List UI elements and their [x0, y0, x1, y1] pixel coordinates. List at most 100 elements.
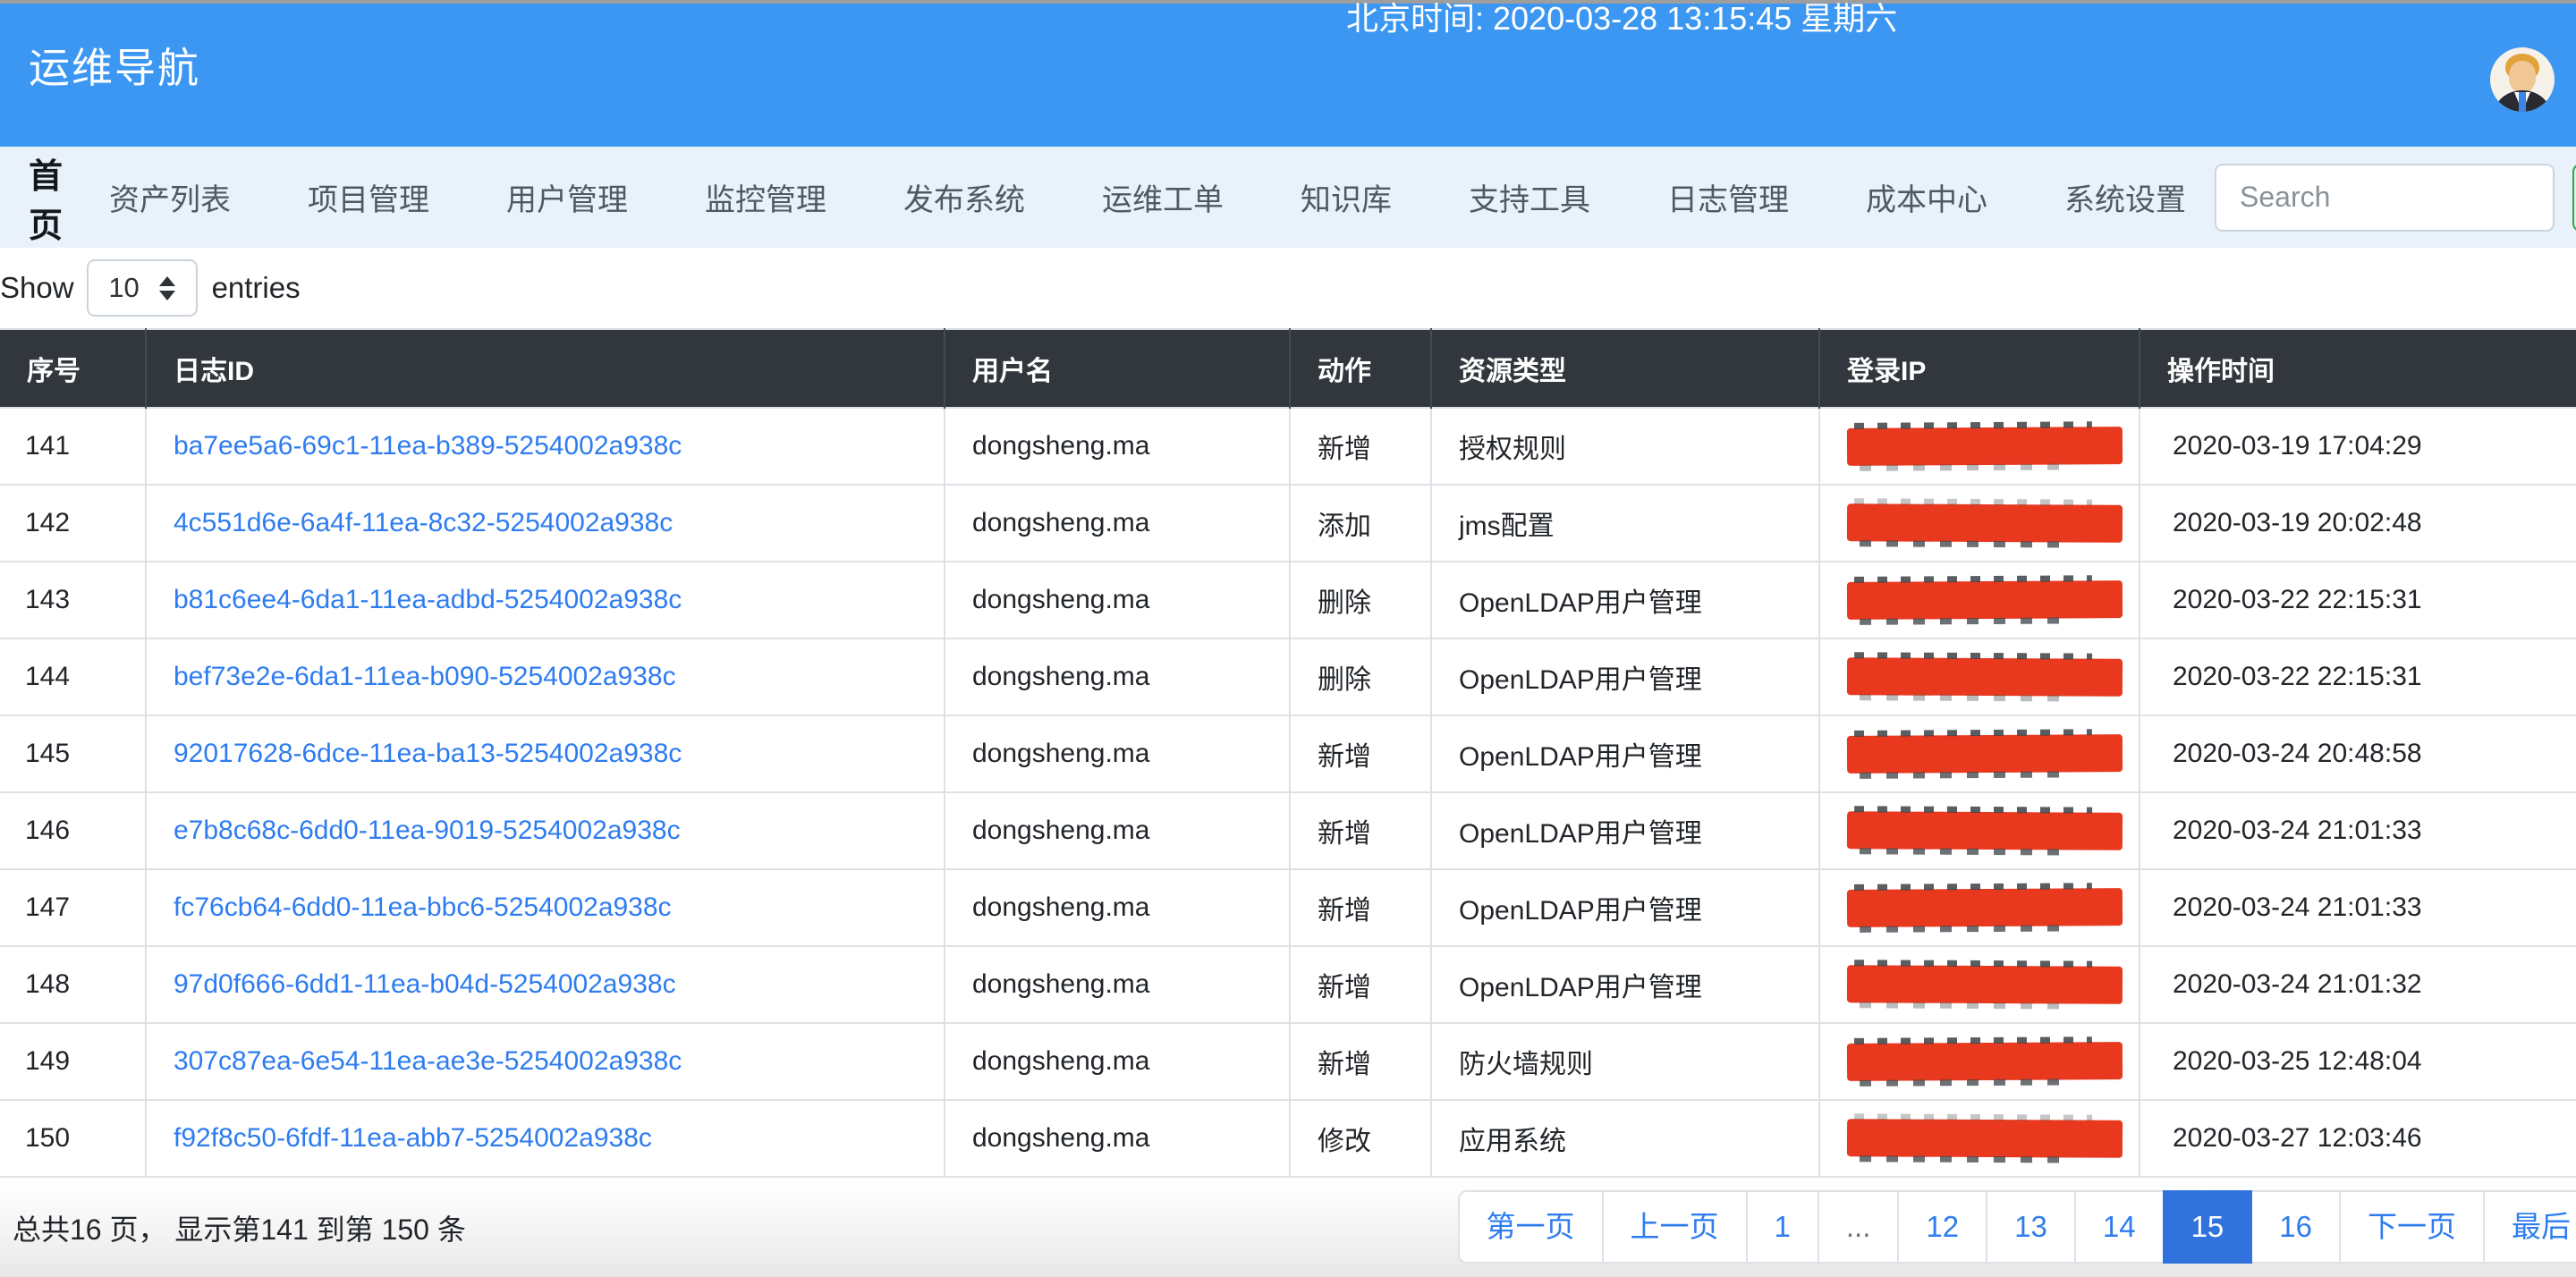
resource-type-cell: OpenLDAP用户管理	[1431, 946, 1819, 1023]
ip-redaction-bar	[1847, 1042, 2123, 1081]
pagination-button-15[interactable]: 15	[2163, 1190, 2253, 1264]
column-header-0: 序号	[0, 329, 146, 408]
pagination: 第一页上一页1...1213141516下一页最后	[1458, 1190, 2576, 1264]
nav-item-7[interactable]: 支持工具	[1469, 175, 1619, 219]
table-row: 149 307c87ea-6e54-11ea-ae3e-5254002a938c d…	[0, 1023, 2576, 1100]
row-no-cell: 148	[0, 946, 146, 1023]
nav-item-label: 资产列表	[109, 175, 231, 219]
action-cell: 删除	[1290, 638, 1431, 715]
username-cell: dongsheng.ma	[945, 869, 1290, 946]
log-id-link[interactable]: b81c6ee4-6da1-11ea-adbd-5254002a938c	[174, 585, 682, 614]
search-input[interactable]	[2215, 164, 2555, 232]
login-ip-cell	[1819, 485, 2140, 562]
log-id-link[interactable]: f92f8c50-6fdf-11ea-abb7-5254002a938c	[174, 1123, 652, 1153]
table-row: 143b81c6ee4-6da1-11ea-adbd-5254002a938cd…	[0, 562, 2576, 638]
log-id-cell: f92f8c50-6fdf-11ea-abb7-5254002a938c	[146, 1100, 945, 1177]
nav-item-label: 系统设置	[2064, 175, 2186, 219]
table-row: 146e7b8c68c-6dd0-11ea-9019-5254002a938cd…	[0, 792, 2576, 869]
operation-time-cell: 2020-03-24 21:01:33	[2140, 869, 2576, 946]
table-row: 144bef73e2e-6da1-11ea-b090-5254002a938cd…	[0, 638, 2576, 715]
log-id-link[interactable]: ba7ee5a6-69c1-11ea-b389-5254002a938c	[174, 431, 682, 461]
pagination-button-第一页[interactable]: 第一页	[1458, 1190, 1604, 1264]
log-id-cell: bef73e2e-6da1-11ea-b090-5254002a938c	[146, 638, 945, 715]
search-button[interactable]: Search	[2572, 164, 2576, 232]
nav-item-10[interactable]: 系统设置	[2064, 175, 2215, 219]
log-id-cell: b81c6ee4-6da1-11ea-adbd-5254002a938c	[146, 562, 945, 638]
row-no-cell: 144	[0, 638, 146, 715]
pagination-button-13[interactable]: 13	[1986, 1190, 2076, 1264]
log-id-link[interactable]: 92017628-6dce-11ea-ba13-5254002a938c	[174, 739, 682, 768]
entries-length-select[interactable]: 10	[87, 259, 198, 317]
pagination-button-最后[interactable]: 最后	[2483, 1190, 2576, 1264]
log-id-cell: 92017628-6dce-11ea-ba13-5254002a938c	[146, 715, 945, 792]
log-id-link[interactable]: e7b8c68c-6dd0-11ea-9019-5254002a938c	[174, 816, 681, 845]
action-cell: 修改	[1290, 1100, 1431, 1177]
column-header-5: 登录IP	[1819, 329, 2140, 408]
nav-item-0[interactable]: 资产列表	[109, 175, 259, 219]
nav-item-4[interactable]: 发布系统	[903, 175, 1054, 219]
log-id-link[interactable]: 307c87ea-6e54-11ea-ae3e-5254002a938c	[174, 1046, 682, 1076]
resource-type-cell: OpenLDAP用户管理	[1431, 715, 1819, 792]
pagination-ellipsis: ...	[1818, 1190, 1900, 1264]
log-table-header: 序号日志ID用户名动作资源类型登录IP操作时间	[0, 329, 2576, 408]
table-row: 14592017628-6dce-11ea-ba13-5254002a938cd…	[0, 715, 2576, 792]
resource-type-cell: OpenLDAP用户管理	[1431, 562, 1819, 638]
log-id-cell: 97d0f666-6dd1-11ea-b04d-5254002a938c	[146, 946, 945, 1023]
row-no-cell: 141	[0, 408, 146, 485]
login-ip-cell	[1819, 946, 2140, 1023]
ip-redaction-bar	[1847, 734, 2123, 774]
username-cell: dongsheng.ma	[945, 1100, 1290, 1177]
select-updown-icon	[159, 276, 175, 300]
pagination-button-上一页[interactable]: 上一页	[1602, 1190, 1748, 1264]
log-id-cell: 4c551d6e-6a4f-11ea-8c32-5254002a938c	[146, 485, 945, 562]
table-row: 142 4c551d6e-6a4f-11ea-8c32-5254002a938c d…	[0, 485, 2576, 562]
nav-item-home[interactable]: 首页	[29, 148, 63, 247]
ip-redaction-bar	[1847, 1119, 2123, 1158]
log-id-link[interactable]: fc76cb64-6dd0-11ea-bbc6-5254002a938c	[174, 892, 672, 922]
login-ip-cell	[1819, 1023, 2140, 1100]
pagination-button-12[interactable]: 12	[1897, 1190, 1987, 1264]
nav-item-2[interactable]: 用户管理	[506, 175, 657, 219]
login-ip-cell	[1819, 562, 2140, 638]
resource-type-cell: OpenLDAP用户管理	[1431, 638, 1819, 715]
log-id-link[interactable]: 4c551d6e-6a4f-11ea-8c32-5254002a938c	[174, 508, 673, 537]
nav-item-1[interactable]: 项目管理	[308, 175, 458, 219]
username-cell: dongsheng.ma	[945, 792, 1290, 869]
username-cell: dongsheng.ma	[945, 715, 1290, 792]
pagination-button-16[interactable]: 16	[2250, 1190, 2341, 1264]
log-id-link[interactable]: bef73e2e-6da1-11ea-b090-5254002a938c	[174, 662, 676, 691]
operation-time-cell: 2020-03-24 21:01:33	[2140, 792, 2576, 869]
log-id-link[interactable]: 97d0f666-6dd1-11ea-b04d-5254002a938c	[174, 969, 676, 999]
pagination-button-1[interactable]: 1	[1746, 1190, 1819, 1264]
column-header-4: 资源类型	[1431, 329, 1819, 408]
column-header-3: 动作	[1290, 329, 1431, 408]
table-row: 141ba7ee5a6-69c1-11ea-b389-5254002a938cd…	[0, 408, 2576, 485]
nav-item-3[interactable]: 监控管理	[705, 175, 855, 219]
nav-item-6[interactable]: 知识库	[1301, 175, 1420, 219]
show-entries-row: Show 10 entries	[0, 248, 2576, 328]
username-cell: dongsheng.ma	[945, 485, 1290, 562]
app-header: 运维导航 北京时间: 2020-03-28 13:15:45 星期六	[0, 4, 2576, 147]
operation-time-cell: 2020-03-19 20:02:48	[2140, 485, 2576, 562]
user-avatar[interactable]	[2490, 47, 2555, 112]
pagination-button-下一页[interactable]: 下一页	[2339, 1190, 2485, 1264]
row-no-cell: 142	[0, 485, 146, 562]
page: 运维导航 北京时间: 2020-03-28 13:15:45 星期六 首页 资产…	[0, 0, 2576, 1277]
nav-item-9[interactable]: 成本中心	[1866, 175, 2016, 219]
login-ip-cell	[1819, 408, 2140, 485]
pagination-button-14[interactable]: 14	[2074, 1190, 2165, 1264]
nav-item-label: 用户管理	[506, 175, 628, 219]
nav-item-label: 支持工具	[1469, 175, 1590, 219]
action-cell: 新增	[1290, 715, 1431, 792]
login-ip-cell	[1819, 715, 2140, 792]
beijing-time-text: 北京时间: 2020-03-28 13:15:45 星期六	[1346, 0, 1897, 39]
operation-time-cell: 2020-03-19 17:04:29	[2140, 408, 2576, 485]
action-cell: 删除	[1290, 562, 1431, 638]
nav-item-8[interactable]: 日志管理	[1667, 175, 1818, 219]
username-cell: dongsheng.ma	[945, 1023, 1290, 1100]
operation-time-cell: 2020-03-22 22:15:31	[2140, 638, 2576, 715]
action-cell: 新增	[1290, 1023, 1431, 1100]
operation-time-cell: 2020-03-22 22:15:31	[2140, 562, 2576, 638]
row-no-cell: 149	[0, 1023, 146, 1100]
nav-item-5[interactable]: 运维工单	[1102, 175, 1252, 219]
